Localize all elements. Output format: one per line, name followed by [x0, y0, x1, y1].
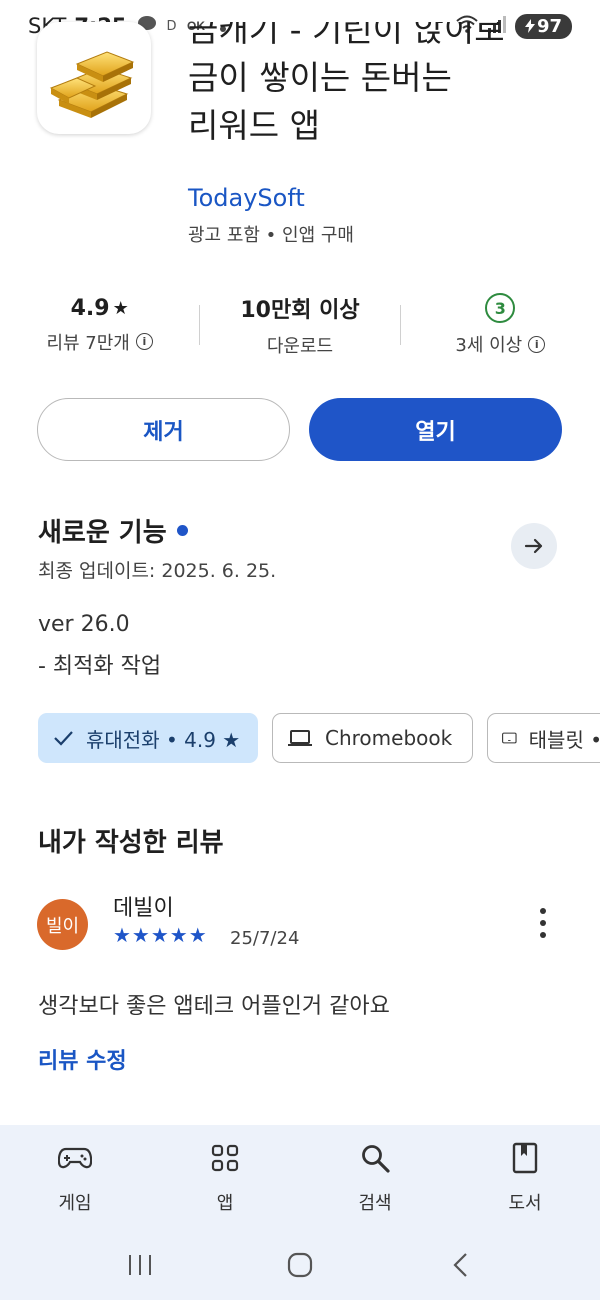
review-text: 생각보다 좋은 앱테크 어플인거 같아요	[38, 994, 390, 1019]
nav-item-books[interactable]: 도서	[450, 1125, 600, 1230]
info-icon: i	[528, 335, 546, 353]
whats-new-title: 새로운 기능	[38, 518, 167, 548]
rating-label: 리뷰 7만개	[46, 332, 130, 354]
app-title-line-2: 금이 쌓이는 돈버는	[188, 58, 452, 97]
laptop-icon	[288, 730, 312, 746]
back-button[interactable]	[430, 1245, 490, 1285]
more-options-icon[interactable]	[528, 905, 558, 941]
review-stars: ★★★★★	[113, 923, 208, 947]
nav-item-games[interactable]: 게임	[0, 1125, 150, 1230]
reviewer-name: 데빌이	[113, 896, 174, 921]
info-icon: i	[135, 333, 153, 350]
bottom-nav: 게임 앱 검색 도서	[0, 1125, 600, 1230]
system-nav-bar	[0, 1230, 600, 1300]
rating-stat[interactable]: 4.9 ★ 리뷰 7만개 i	[0, 285, 199, 365]
changelog-text: - 최적화 작업	[38, 654, 162, 679]
downloads-stat: 10만회 이상 다운로드	[200, 285, 399, 365]
developer-link[interactable]: TodaySoft	[188, 184, 305, 212]
new-indicator-dot	[176, 525, 188, 536]
app-stats: 4.9 ★ 리뷰 7만개 i 10만회 이상 다운로드 3 3세 이상 i	[0, 285, 600, 365]
nav-label-search: 검색	[358, 1193, 392, 1214]
edit-review-link[interactable]: 리뷰 수정	[38, 1043, 127, 1075]
arrow-right-icon	[524, 538, 543, 554]
notification-letter: D	[166, 18, 177, 34]
apps-grid-icon	[207, 1140, 243, 1176]
uninstall-button[interactable]: 제거	[37, 398, 290, 461]
age-rating-stat[interactable]: 3 3세 이상 i	[401, 285, 600, 365]
nav-label-books: 도서	[508, 1193, 542, 1214]
chip-chromebook[interactable]: Chromebook	[272, 713, 473, 763]
nav-label-games: 게임	[58, 1193, 92, 1214]
age-rating-badge: 3	[485, 293, 516, 323]
chip-tablet-label: 태블릿 •	[528, 727, 600, 752]
nav-item-search[interactable]: 검색	[300, 1125, 450, 1230]
chip-chromebook-label: Chromebook	[325, 726, 453, 750]
nav-item-apps[interactable]: 앱	[150, 1125, 300, 1230]
my-review-heading: 내가 작성한 리뷰	[38, 828, 224, 858]
avatar: 빌이	[37, 899, 88, 950]
home-button[interactable]	[270, 1245, 330, 1285]
check-icon	[54, 731, 73, 746]
home-icon	[287, 1252, 313, 1278]
search-icon	[357, 1140, 393, 1176]
whats-new-heading[interactable]: 새로운 기능	[38, 512, 188, 549]
recent-apps-button[interactable]	[110, 1245, 170, 1285]
device-chips: 휴대전화 • 4.9 ★ Chromebook 태블릿 •	[38, 713, 600, 763]
last-updated: 최종 업데이트: 2025. 6. 25.	[38, 560, 277, 582]
age-rating-label: 3세 이상	[455, 335, 523, 356]
review-date: 25/7/24	[230, 928, 300, 949]
chip-phone-label: 휴대전화 • 4.9 ★	[86, 727, 241, 752]
gold-bars-icon	[49, 51, 135, 118]
book-icon	[507, 1140, 543, 1176]
app-icon	[37, 22, 151, 134]
open-button[interactable]: 열기	[309, 398, 562, 461]
whats-new-arrow-button[interactable]	[511, 523, 557, 569]
star-icon: ★	[112, 297, 129, 319]
nav-label-apps: 앱	[216, 1193, 234, 1214]
gamepad-icon	[57, 1140, 93, 1176]
downloads-label: 다운로드	[266, 336, 334, 357]
back-icon	[453, 1253, 467, 1277]
version-text: ver 26.0	[38, 612, 130, 637]
app-title: 금캐기 - 기린이 앉이로 금이 쌓이는 돈버는 리워드 앱	[188, 22, 568, 180]
recent-apps-icon	[129, 1255, 151, 1275]
rating-value: 4.9	[70, 295, 110, 321]
ad-info: 광고 포함 • 인앱 구매	[188, 225, 354, 246]
app-title-line-3: 리워드 앱	[188, 106, 320, 145]
chip-phone[interactable]: 휴대전화 • 4.9 ★	[38, 713, 258, 763]
tablet-icon	[502, 732, 517, 744]
app-title-line-1: 금캐기 - 기린이 앉이로	[188, 22, 505, 49]
downloads-value: 10만회 이상	[240, 298, 360, 323]
chip-tablet[interactable]: 태블릿 •	[487, 713, 600, 763]
